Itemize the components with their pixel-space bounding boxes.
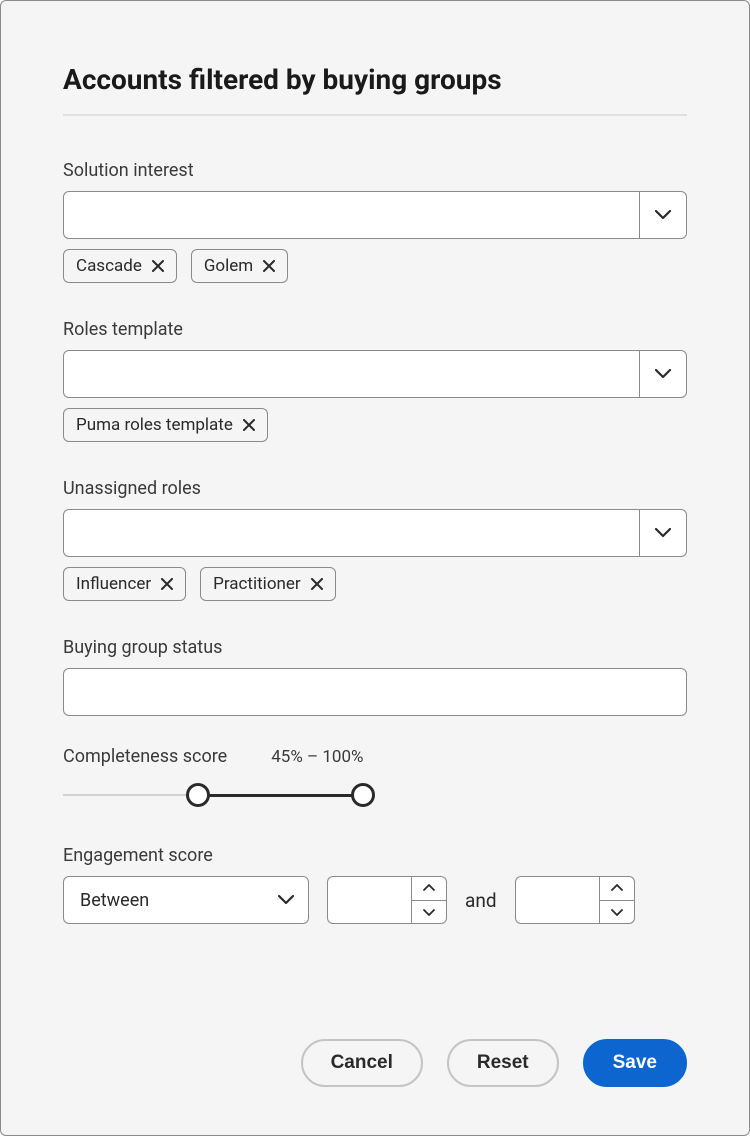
chip-label: Puma roles template [76,415,233,435]
unassigned-roles-label: Unassigned roles [63,478,687,499]
close-icon[interactable] [152,260,164,272]
engagement-value-a-stepper [327,876,447,924]
roles-template-combo [63,350,687,398]
engagement-operator-value: Between [80,890,149,911]
footer: Cancel Reset Save [63,1007,687,1087]
close-icon[interactable] [161,578,173,590]
unassigned-roles-input[interactable] [63,509,639,557]
engagement-value-b-stepper [515,876,635,924]
chip-label: Practitioner [213,574,301,594]
chip: Cascade [63,249,177,283]
slider-handle-high[interactable] [351,783,375,807]
completeness-score-value: 45% – 100% [271,747,363,767]
solution-interest-chips: Cascade Golem [63,249,687,283]
stepper-up-button[interactable] [599,876,635,900]
buying-group-status-field: Buying group status [63,637,687,716]
chevron-down-icon [655,528,671,538]
chip-label: Golem [204,256,253,276]
engagement-value-a-input[interactable] [327,876,411,924]
roles-template-dropdown-button[interactable] [639,350,687,398]
solution-interest-label: Solution interest [63,160,687,181]
completeness-score-label: Completeness score [63,746,227,767]
roles-template-label: Roles template [63,319,687,340]
chip: Influencer [63,567,186,601]
engagement-score-label: Engagement score [63,845,687,866]
buying-group-status-input[interactable] [63,668,687,716]
stepper-down-button[interactable] [411,900,447,925]
slider-active-track [198,794,363,797]
unassigned-roles-dropdown-button[interactable] [639,509,687,557]
chip: Golem [191,249,288,283]
chevron-up-icon [611,884,623,892]
close-icon[interactable] [311,578,323,590]
chevron-down-icon [278,895,294,905]
chip: Puma roles template [63,408,268,442]
chevron-up-icon [423,884,435,892]
save-button[interactable]: Save [583,1039,687,1087]
slider-handle-low[interactable] [186,783,210,807]
engagement-value-b-input[interactable] [515,876,599,924]
stepper-up-button[interactable] [411,876,447,900]
reset-button[interactable]: Reset [447,1039,559,1087]
stepper-down-button[interactable] [599,900,635,925]
divider [63,114,687,116]
solution-interest-field: Solution interest Cascade Golem [63,160,687,283]
cancel-button[interactable]: Cancel [301,1039,423,1087]
roles-template-field: Roles template Puma roles template [63,319,687,442]
solution-interest-combo [63,191,687,239]
chevron-down-icon [655,369,671,379]
solution-interest-dropdown-button[interactable] [639,191,687,239]
filter-panel: Accounts filtered by buying groups Solut… [0,0,750,1136]
close-icon[interactable] [263,260,275,272]
page-title: Accounts filtered by buying groups [63,63,687,96]
chevron-down-icon [423,908,435,916]
chip-label: Influencer [76,574,151,594]
completeness-score-field: Completeness score 45% – 100% [63,746,687,809]
unassigned-roles-combo [63,509,687,557]
chevron-down-icon [655,210,671,220]
and-label: and [465,889,497,912]
chip: Practitioner [200,567,336,601]
unassigned-roles-field: Unassigned roles Influencer Practitioner [63,478,687,601]
unassigned-roles-chips: Influencer Practitioner [63,567,687,601]
close-icon[interactable] [243,419,255,431]
chip-label: Cascade [76,256,142,276]
completeness-score-slider[interactable] [63,781,363,809]
buying-group-status-label: Buying group status [63,637,687,658]
solution-interest-input[interactable] [63,191,639,239]
engagement-operator-select[interactable]: Between [63,876,309,924]
roles-template-chips: Puma roles template [63,408,687,442]
roles-template-input[interactable] [63,350,639,398]
chevron-down-icon [611,908,623,916]
engagement-score-field: Engagement score Between [63,845,687,924]
